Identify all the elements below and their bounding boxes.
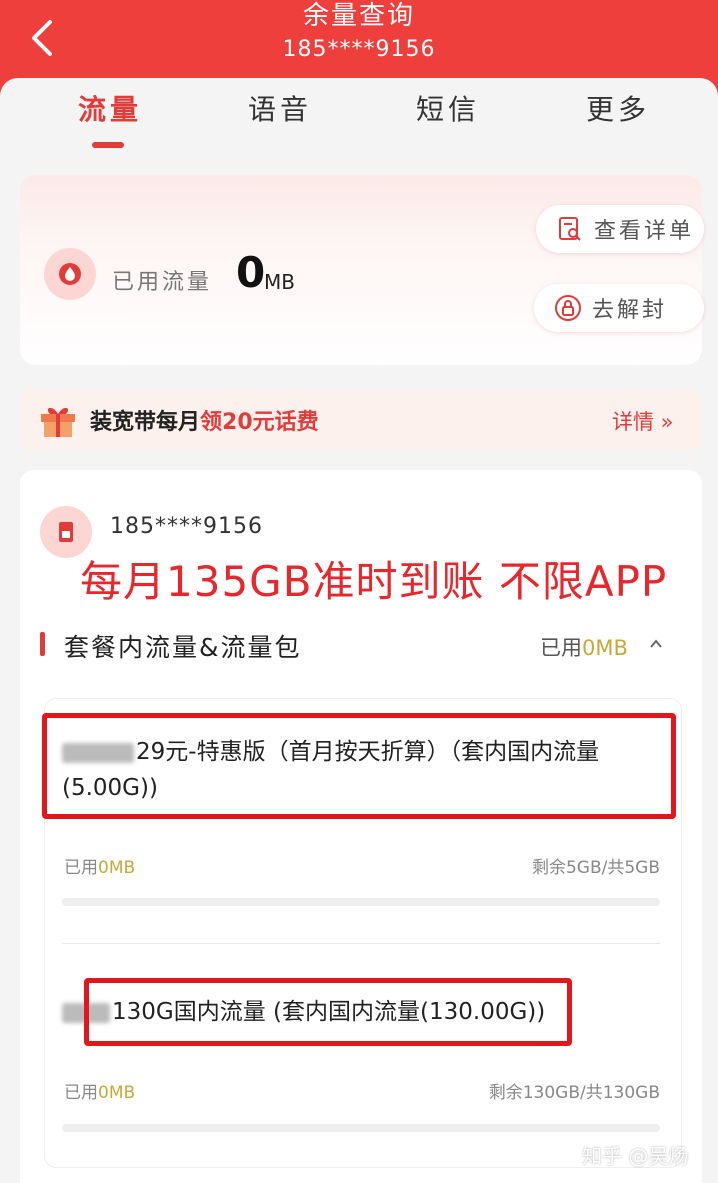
watermark: 知乎 @吴炀 [582, 1144, 689, 1168]
package-item-1-used: 已用0MB [64, 853, 135, 878]
package-item-1-remaining: 剩余5GB/共5GB [531, 858, 660, 878]
annotation-caption: 每月135GB准时到账 不限APP [80, 557, 668, 606]
active-tab-indicator [92, 142, 124, 148]
tab-voice[interactable]: 语音 [248, 88, 312, 128]
package-item-1-used-value: 0MB [98, 858, 136, 878]
tab-more[interactable]: 更多 [586, 88, 650, 128]
page-title: 余量查询 [302, 1, 415, 31]
package-phone-number: 185****9156 [110, 514, 263, 539]
data-drop-icon [44, 248, 96, 300]
view-details-label: 查看详单 [594, 219, 695, 244]
used-data-label: 已用流量 [112, 270, 213, 295]
used-data-unit: MB [264, 270, 295, 294]
package-item-2-used-label: 已用 [64, 1083, 98, 1103]
promo-text-prefix: 装宽带每月 [90, 410, 201, 435]
section-used-value: 0MB [582, 636, 628, 660]
section-title: 套餐内流量&流量包 [64, 633, 302, 662]
page-subtitle-phone: 185****9156 [282, 37, 436, 62]
promo-text: 装宽带每月领20元话费 [90, 404, 319, 436]
document-search-icon [559, 217, 581, 241]
package-item-2-used: 已用0MB [64, 1078, 135, 1103]
package-item-2-remaining: 剩余130GB/共130GB [488, 1083, 660, 1103]
gift-icon [41, 407, 75, 437]
chevron-up-icon[interactable] [648, 636, 664, 652]
package-item-1-used-label: 已用 [64, 858, 98, 878]
used-data-value: 0 [236, 248, 266, 297]
tab-data[interactable]: 流量 [78, 88, 142, 128]
lock-icon [555, 295, 581, 321]
promo-details-link[interactable]: 详情 » [612, 406, 674, 436]
annotation-box-2 [84, 978, 572, 1046]
unblock-label: 去解封 [592, 298, 668, 323]
section-used-summary[interactable]: 已用0MB [540, 632, 628, 662]
promo-text-highlight: 领20元话费 [200, 410, 319, 435]
view-details-button[interactable]: 查看详单 [536, 205, 704, 253]
unblock-button[interactable]: 去解封 [534, 284, 704, 332]
annotation-box-1 [42, 713, 676, 819]
package-item-2-used-value: 0MB [98, 1083, 136, 1103]
section-used-label: 已用 [540, 636, 582, 660]
package-item-2-progress [62, 1124, 660, 1132]
package-item-1-progress [62, 898, 660, 906]
tab-sms[interactable]: 短信 [416, 88, 480, 128]
section-marker [40, 632, 45, 656]
divider [62, 943, 660, 944]
